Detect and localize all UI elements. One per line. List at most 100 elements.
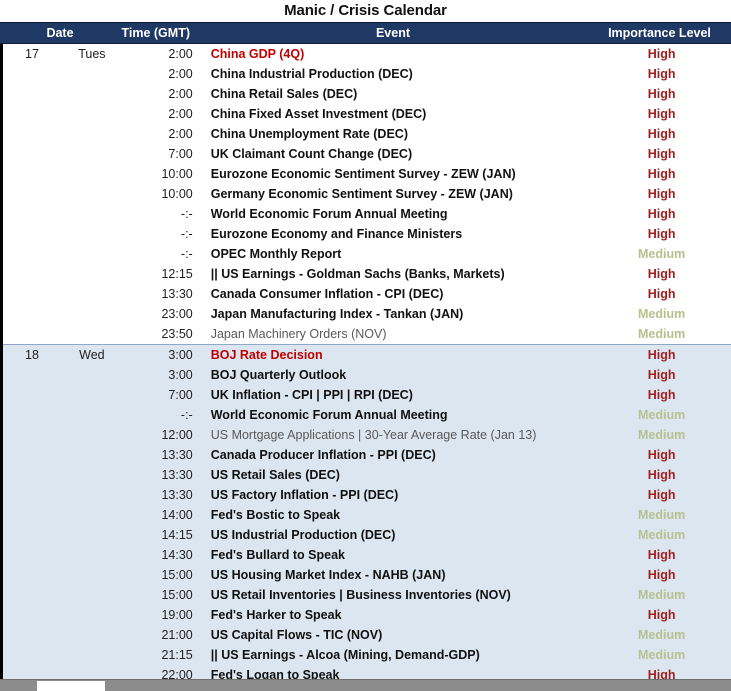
cell-event[interactable]: OPEC Monthly Report [199, 244, 592, 264]
cell-event[interactable]: Fed's Harker to Speak [199, 605, 592, 625]
cell-event[interactable]: BOJ Quarterly Outlook [199, 365, 592, 385]
horizontal-scrollbar[interactable] [0, 679, 731, 691]
table-row[interactable]: 2:00 China Retail Sales (DEC) High [3, 84, 731, 104]
cell-importance: High [647, 608, 676, 622]
column-header-importance[interactable]: Importance Level [590, 23, 729, 43]
cell-event[interactable]: World Economic Forum Annual Meeting [199, 405, 592, 425]
cell-time: 2:00 [168, 47, 193, 61]
table-row[interactable]: 18 Wed 3:00 BOJ Rate Decision High [3, 345, 731, 365]
cell-event[interactable]: UK Inflation - CPI | PPI | RPI (DEC) [199, 385, 592, 405]
table-row[interactable]: 12:00 US Mortgage Applications | 30-Year … [3, 425, 731, 445]
table-row[interactable]: -:- World Economic Forum Annual Meeting Hi… [3, 204, 731, 224]
cell-event[interactable]: US Factory Inflation - PPI (DEC) [199, 485, 592, 505]
cell-event[interactable]: Fed's Bostic to Speak [199, 505, 592, 525]
cell-importance: High [647, 87, 676, 101]
table-row[interactable]: 2:00 China Fixed Asset Investment (DEC) Hi… [3, 104, 731, 124]
table-row[interactable]: 19:00 Fed's Harker to Speak High [3, 605, 731, 625]
column-header-time[interactable]: Time (GMT) [120, 23, 196, 43]
cell-importance: Medium [637, 247, 686, 261]
cell-importance: High [647, 388, 676, 402]
cell-importance: High [647, 47, 676, 61]
table-row[interactable]: -:- OPEC Monthly Report Medium [3, 244, 731, 264]
table-row[interactable]: 13:30 US Factory Inflation - PPI (DEC) Hig… [3, 485, 731, 505]
table-row[interactable]: 2:00 China Industrial Production (DEC) Hig… [3, 64, 731, 84]
table-row[interactable]: 14:30 Fed's Bullard to Speak High [3, 545, 731, 565]
table-row[interactable]: 15:00 US Housing Market Index - NAHB (JAN… [3, 565, 731, 585]
cell-event[interactable]: US Retail Sales (DEC) [199, 465, 592, 485]
cell-event[interactable]: US Industrial Production (DEC) [199, 525, 592, 545]
table-row[interactable]: -:- Eurozone Economy and Finance Minister… [3, 224, 731, 244]
column-header-event[interactable]: Event [196, 23, 590, 43]
cell-time: 7:00 [168, 147, 193, 161]
cell-event[interactable]: Canada Consumer Inflation - CPI (DEC) [199, 284, 592, 304]
table-row[interactable]: 21:15 || US Earnings - Alcoa (Mining, Dem… [3, 645, 731, 665]
table-row[interactable]: 15:00 US Retail Inventories | Business In… [3, 585, 731, 605]
cell-event[interactable]: World Economic Forum Annual Meeting [199, 204, 592, 224]
cell-importance: High [647, 267, 676, 281]
cell-time: 15:00 [161, 588, 193, 602]
calendar-table-body: 17 Tues 2:00 China GDP (4Q) High 2:00 China In… [0, 44, 731, 685]
table-row[interactable]: -:- World Economic Forum Annual Meeting Me… [3, 405, 731, 425]
cell-importance: High [647, 207, 676, 221]
scrollbar-track-left[interactable] [0, 680, 36, 691]
cell-day-number: 17 [25, 47, 39, 61]
table-row[interactable]: 13:30 Canada Producer Inflation - PPI (DE… [3, 445, 731, 465]
scrollbar-thumb[interactable] [37, 681, 105, 691]
cell-importance: High [647, 468, 676, 482]
cell-importance: Medium [637, 428, 686, 442]
table-row[interactable]: 2:00 China Unemployment Rate (DEC) High [3, 124, 731, 144]
cell-time: 14:30 [161, 548, 193, 562]
table-row[interactable]: 7:00 UK Inflation - CPI | PPI | RPI (DEC)… [3, 385, 731, 405]
cell-event[interactable]: UK Claimant Count Change (DEC) [199, 144, 592, 164]
day-group: 17 Tues 2:00 China GDP (4Q) High 2:00 China In… [3, 44, 731, 344]
table-row[interactable]: 14:00 Fed's Bostic to Speak Medium [3, 505, 731, 525]
cell-event[interactable]: China GDP (4Q) [199, 44, 592, 64]
table-row[interactable]: 10:00 Eurozone Economic Sentiment Survey … [3, 164, 731, 184]
cell-event[interactable]: Germany Economic Sentiment Survey - ZEW … [199, 184, 592, 204]
cell-weekday: Wed [79, 348, 105, 362]
table-row[interactable]: 10:00 Germany Economic Sentiment Survey -… [3, 184, 731, 204]
table-row[interactable]: 17 Tues 2:00 China GDP (4Q) High [3, 44, 731, 64]
cell-time: 2:00 [168, 127, 193, 141]
cell-event[interactable]: China Retail Sales (DEC) [199, 84, 592, 104]
table-row[interactable]: 23:50 Japan Machinery Orders (NOV) Medium [3, 324, 731, 344]
cell-time: 2:00 [168, 87, 193, 101]
cell-event[interactable]: || US Earnings - Goldman Sachs (Banks, M… [199, 264, 592, 284]
cell-event[interactable]: Eurozone Economy and Finance Ministers [199, 224, 592, 244]
cell-importance: Medium [637, 408, 686, 422]
cell-event[interactable]: Canada Producer Inflation - PPI (DEC) [199, 445, 592, 465]
cell-importance: Medium [637, 327, 686, 341]
cell-time: 21:00 [161, 628, 193, 642]
cell-event[interactable]: Fed's Bullard to Speak [199, 545, 592, 565]
table-row[interactable]: 14:15 US Industrial Production (DEC) Mediu… [3, 525, 731, 545]
table-row[interactable]: 3:00 BOJ Quarterly Outlook High [3, 365, 731, 385]
table-row[interactable]: 23:00 Japan Manufacturing Index - Tankan … [3, 304, 731, 324]
cell-event[interactable]: China Industrial Production (DEC) [199, 64, 592, 84]
cell-event[interactable]: US Retail Inventories | Business Invento… [199, 585, 592, 605]
table-row[interactable]: 21:00 US Capital Flows - TIC (NOV) Medium [3, 625, 731, 645]
cell-importance: High [647, 227, 676, 241]
table-row[interactable]: 7:00 UK Claimant Count Change (DEC) High [3, 144, 731, 164]
cell-day-number: 18 [25, 348, 39, 362]
cell-event[interactable]: BOJ Rate Decision [199, 345, 592, 365]
cell-importance: High [647, 67, 676, 81]
cell-time: 7:00 [168, 388, 193, 402]
cell-time: 13:30 [161, 448, 193, 462]
cell-event[interactable]: US Capital Flows - TIC (NOV) [199, 625, 592, 645]
cell-importance: Medium [637, 648, 686, 662]
cell-event[interactable]: US Housing Market Index - NAHB (JAN) [199, 565, 592, 585]
cell-event[interactable]: US Mortgage Applications | 30-Year Avera… [199, 425, 592, 445]
cell-event[interactable]: Japan Manufacturing Index - Tankan (JAN) [199, 304, 592, 324]
cell-time: 14:15 [161, 528, 193, 542]
cell-event[interactable]: || US Earnings - Alcoa (Mining, Demand-G… [199, 645, 592, 665]
table-row[interactable]: 13:30 Canada Consumer Inflation - CPI (DE… [3, 284, 731, 304]
table-row[interactable]: 12:15 || US Earnings - Goldman Sachs (Ban… [3, 264, 731, 284]
cell-importance: High [647, 368, 676, 382]
cell-event[interactable]: China Fixed Asset Investment (DEC) [199, 104, 592, 124]
table-row[interactable]: 13:30 US Retail Sales (DEC) High [3, 465, 731, 485]
cell-time: 12:00 [161, 428, 193, 442]
cell-event[interactable]: Eurozone Economic Sentiment Survey - ZEW… [199, 164, 592, 184]
column-header-date[interactable]: Date [0, 23, 120, 43]
cell-event[interactable]: China Unemployment Rate (DEC) [199, 124, 592, 144]
cell-event[interactable]: Japan Machinery Orders (NOV) [199, 324, 592, 344]
